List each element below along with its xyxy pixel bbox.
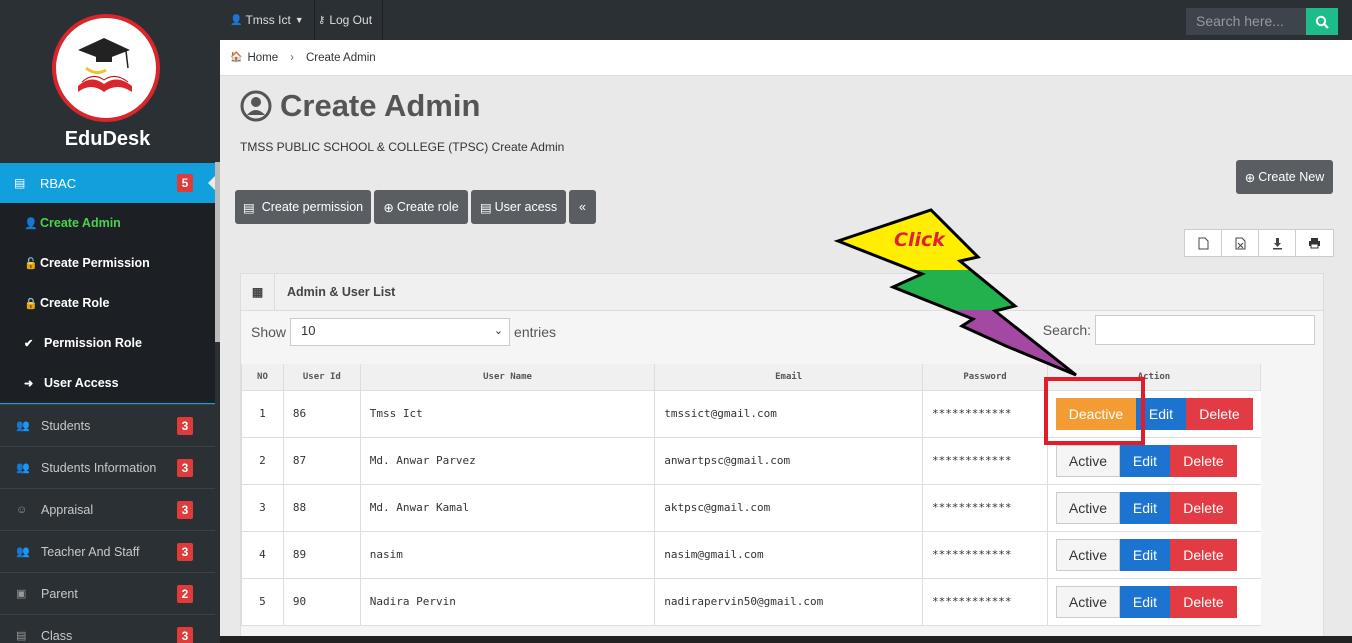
bottom-bar: [220, 636, 1352, 643]
click-annotation-label: Click: [894, 229, 945, 251]
click-annotation-arrow: [833, 208, 1077, 377]
highlight-box: [1044, 377, 1145, 445]
